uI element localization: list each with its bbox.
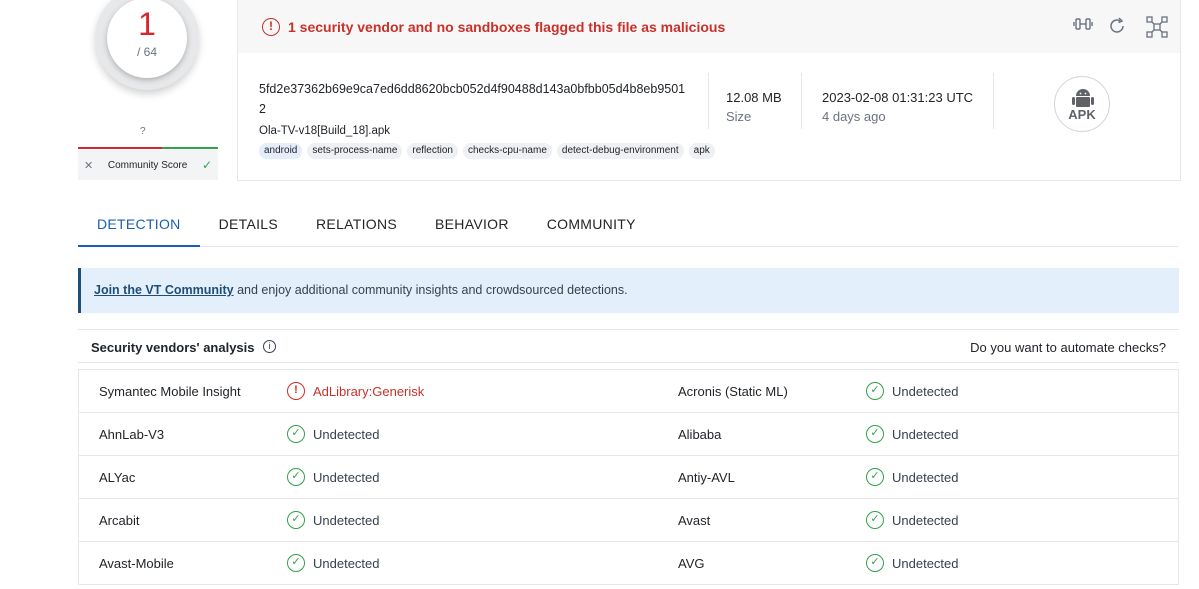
vendor-result: Undetected xyxy=(892,427,959,442)
table-row: Avast-Mobile ✓ Undetected AVG ✓ Undetect… xyxy=(79,542,1178,585)
divider xyxy=(708,73,709,129)
automate-checks-link[interactable]: Do you want to automate checks? xyxy=(970,340,1166,355)
check-circle-icon: ✓ xyxy=(287,511,305,529)
community-score-label: Community Score xyxy=(107,159,188,171)
file-name: Ola-TV-v18[Build_18].apk xyxy=(259,125,391,137)
file-size-value: 12.08 MB xyxy=(726,90,782,105)
tab-behavior[interactable]: BEHAVIOR xyxy=(416,206,528,247)
tag[interactable]: detect-debug-environment xyxy=(556,143,684,159)
vote-up-icon[interactable]: ✓ xyxy=(202,158,212,172)
table-row: AhnLab-V3 ✓ Undetected Alibaba ✓ Undetec… xyxy=(79,413,1178,456)
check-circle-icon: ✓ xyxy=(866,468,884,486)
file-type-badge: APK xyxy=(1054,76,1110,132)
tag[interactable]: sets-process-name xyxy=(307,143,403,159)
divider xyxy=(993,73,994,129)
join-community-link[interactable]: Join the VT Community xyxy=(94,283,234,297)
vendor-name: Alibaba xyxy=(678,427,722,442)
check-circle-icon: ✓ xyxy=(287,554,305,572)
check-circle-icon: ✓ xyxy=(866,554,884,572)
file-hash[interactable]: 5fd2e37362b69e9ca7ed6dd8620bcb052d4f9048… xyxy=(259,79,689,119)
vendor-result: Undetected xyxy=(892,470,959,485)
check-circle-icon: ✓ xyxy=(866,425,884,443)
vendor-name: ALYac xyxy=(99,470,136,485)
graph-icon[interactable] xyxy=(1146,16,1168,38)
android-icon xyxy=(1072,89,1094,107)
file-summary-card: ! 1 security vendor and no sandboxes fla… xyxy=(237,0,1181,181)
table-row: Symantec Mobile Insight ! AdLibrary:Gene… xyxy=(79,370,1178,413)
check-circle-icon: ✓ xyxy=(866,511,884,529)
check-circle-icon: ✓ xyxy=(287,468,305,486)
malicious-icon: ! xyxy=(287,382,305,400)
vendor-name: Acronis (Static ML) xyxy=(678,384,788,399)
check-circle-icon: ✓ xyxy=(287,425,305,443)
community-score-value: ? xyxy=(140,126,146,137)
community-score-row: ✕ Community Score ✓ xyxy=(78,150,218,180)
vendor-name: Avast-Mobile xyxy=(99,556,174,571)
analysis-date-relative: 4 days ago xyxy=(822,109,886,124)
vendor-name: Avast xyxy=(678,513,711,528)
join-community-banner: Join the VT Community and enjoy addition… xyxy=(78,268,1179,313)
join-community-text: Join the VT Community and enjoy addition… xyxy=(94,283,628,297)
vendor-result: Undetected xyxy=(313,556,380,571)
vendor-name: AVG xyxy=(678,556,705,571)
join-community-message: and enjoy additional community insights … xyxy=(233,283,628,297)
detection-score-gauge: 1 / 64 xyxy=(95,0,199,90)
tag[interactable]: checks-cpu-name xyxy=(462,143,552,159)
detection-count: 1 xyxy=(138,6,156,42)
verdict-banner: ! 1 security vendor and no sandboxes fla… xyxy=(238,0,1180,53)
vendors-table: Symantec Mobile Insight ! AdLibrary:Gene… xyxy=(78,369,1179,585)
vendor-name: Symantec Mobile Insight xyxy=(99,384,241,399)
vendors-title: Security vendors' analysis xyxy=(91,340,255,355)
vendor-name: Arcabit xyxy=(99,513,140,528)
vendor-result: Undetected xyxy=(313,470,380,485)
analysis-date-value: 2023-02-08 01:31:23 UTC xyxy=(822,90,974,105)
compare-icon[interactable] xyxy=(1072,16,1094,38)
tag[interactable]: reflection xyxy=(407,143,458,159)
vendor-name: Antiy-AVL xyxy=(678,470,735,485)
divider xyxy=(801,73,802,129)
reanalyze-icon[interactable] xyxy=(1106,16,1128,38)
tab-relations[interactable]: RELATIONS xyxy=(297,206,416,247)
vendor-result: Undetected xyxy=(892,513,959,528)
vendor-name: AhnLab-V3 xyxy=(99,427,165,442)
tab-details[interactable]: DETAILS xyxy=(200,206,297,247)
community-score-bar xyxy=(78,147,218,149)
vendor-result: Undetected xyxy=(892,556,959,571)
table-row: Arcabit ✓ Undetected Avast ✓ Undetected xyxy=(79,499,1178,542)
tag[interactable]: apk xyxy=(688,143,715,159)
vote-down-icon[interactable]: ✕ xyxy=(84,159,93,172)
vendors-header: Security vendors' analysis i Do you want… xyxy=(78,329,1179,363)
vendor-result: Undetected xyxy=(892,384,959,399)
file-type-label: APK xyxy=(1068,107,1096,122)
verdict-text: 1 security vendor and no sandboxes flagg… xyxy=(288,19,726,35)
file-tags: android sets-process-name reflection che… xyxy=(259,143,715,159)
report-tabs: DETECTION DETAILS RELATIONS BEHAVIOR COM… xyxy=(78,206,1178,247)
file-size-label: Size xyxy=(726,109,752,124)
vendor-result: Undetected xyxy=(313,427,380,442)
alert-icon: ! xyxy=(262,18,280,36)
table-row: ALYac ✓ Undetected Antiy-AVL ✓ Undetecte… xyxy=(79,456,1178,499)
gauge-inner: 1 / 64 xyxy=(107,0,187,78)
detection-total: / 64 xyxy=(136,45,157,59)
check-circle-icon: ✓ xyxy=(866,382,884,400)
tag[interactable]: android xyxy=(259,143,303,159)
vendor-result: AdLibrary:Generisk xyxy=(313,384,425,399)
tab-community[interactable]: COMMUNITY xyxy=(528,206,655,247)
tab-detection[interactable]: DETECTION xyxy=(78,206,200,247)
vendor-result: Undetected xyxy=(313,513,380,528)
info-icon[interactable]: i xyxy=(263,340,276,353)
